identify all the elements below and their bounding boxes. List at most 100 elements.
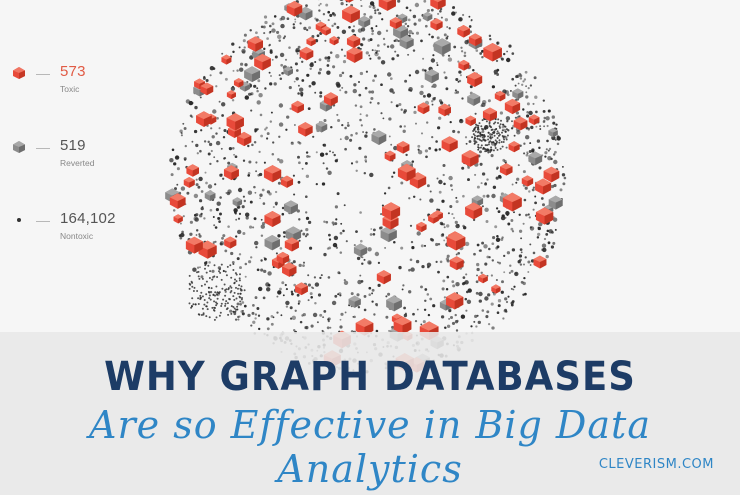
node-dot — [385, 315, 389, 319]
node-dot — [213, 224, 216, 227]
node-dot — [237, 318, 240, 321]
node-dot — [374, 251, 380, 257]
node-dot — [383, 43, 386, 46]
node-dot — [461, 166, 465, 170]
node-dot — [353, 315, 356, 319]
node-dot — [205, 280, 208, 283]
node-dot — [527, 87, 530, 90]
node-dot — [424, 24, 428, 28]
node-dot — [371, 292, 374, 295]
node-dot — [518, 229, 523, 233]
node-dot — [404, 79, 408, 83]
gray-gem — [264, 234, 280, 251]
node-dot — [169, 158, 174, 163]
node-dot — [359, 211, 362, 214]
gray-gem — [232, 197, 243, 207]
node-dot — [527, 260, 531, 264]
node-dot — [563, 176, 567, 180]
red-gem — [483, 42, 502, 62]
node-dot — [333, 153, 336, 157]
node-dot — [511, 52, 515, 55]
node-dot — [230, 251, 234, 256]
node-dot — [466, 299, 472, 304]
node-dot — [179, 129, 183, 133]
node-dot — [359, 274, 362, 277]
node-dot — [488, 122, 491, 125]
node-dot — [380, 60, 386, 65]
node-dot — [303, 26, 307, 31]
node-dot — [349, 138, 353, 142]
node-dot — [209, 208, 213, 212]
node-dot — [245, 212, 250, 217]
node-dot — [255, 31, 258, 35]
node-dot — [497, 118, 500, 121]
node-dot — [227, 288, 230, 291]
node-dot — [514, 271, 519, 277]
node-dot — [311, 81, 316, 86]
node-dot — [390, 44, 395, 49]
node-dot — [276, 295, 279, 298]
node-dot — [493, 131, 496, 134]
node-dot — [370, 90, 375, 94]
node-dot — [306, 233, 309, 236]
node-dot — [199, 266, 201, 269]
node-dot — [194, 303, 197, 306]
node-dot — [476, 243, 480, 247]
node-dot — [360, 4, 363, 8]
node-dot — [385, 29, 389, 32]
node-dot — [387, 186, 391, 190]
node-dot — [337, 118, 341, 123]
node-dot — [386, 45, 390, 48]
node-dot — [289, 107, 292, 110]
node-dot — [373, 74, 377, 78]
node-dot — [408, 290, 412, 294]
node-dot — [543, 119, 546, 122]
node-dot — [493, 69, 498, 75]
node-dot — [529, 84, 533, 87]
node-dot — [552, 241, 556, 245]
node-dot — [556, 142, 560, 146]
node-dot — [344, 126, 347, 130]
node-dot — [335, 81, 340, 87]
node-dot — [483, 244, 488, 249]
node-dot — [304, 195, 308, 199]
node-dot — [475, 280, 479, 284]
node-dot — [494, 121, 497, 124]
node-dot — [398, 265, 402, 270]
node-dot — [301, 167, 304, 170]
node-dot — [474, 130, 477, 133]
node-dot — [463, 54, 467, 58]
node-dot — [220, 263, 223, 266]
node-dot — [341, 71, 345, 75]
node-dot — [277, 181, 281, 185]
node-dot — [213, 275, 216, 278]
node-dot — [279, 52, 285, 58]
node-dot — [424, 299, 427, 303]
node-dot — [519, 74, 523, 78]
node-dot — [431, 100, 434, 103]
node-dot — [207, 290, 210, 293]
node-dot — [208, 316, 211, 319]
node-dot — [344, 147, 347, 151]
node-dot — [545, 116, 550, 121]
node-dot — [331, 300, 337, 306]
node-dot — [263, 47, 266, 51]
node-dot — [297, 84, 300, 87]
node-dot — [419, 198, 422, 201]
node-dot — [329, 51, 333, 54]
node-dot — [291, 292, 294, 296]
node-dot — [423, 0, 427, 3]
node-dot — [170, 173, 174, 177]
node-dot — [518, 213, 521, 216]
node-dot — [206, 301, 209, 304]
node-dot — [371, 49, 374, 52]
node-dot — [340, 312, 344, 316]
node-dot — [253, 84, 257, 88]
node-dot — [240, 298, 243, 301]
node-dot — [296, 52, 299, 55]
node-dot — [171, 148, 175, 152]
node-dot — [274, 190, 278, 194]
node-dot — [392, 171, 396, 175]
node-dot — [426, 293, 430, 296]
node-dot — [326, 70, 331, 75]
